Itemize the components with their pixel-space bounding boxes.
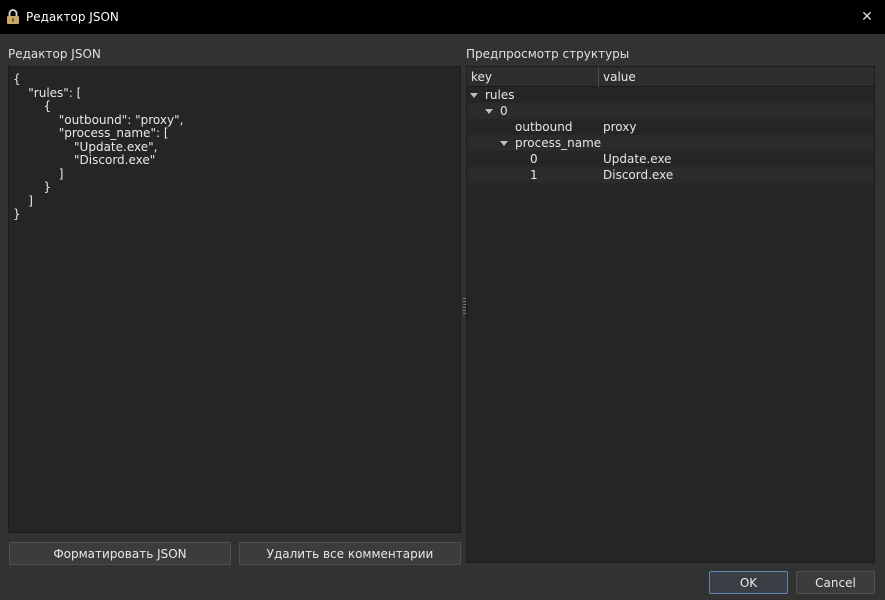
tree-value: Update.exe: [603, 152, 672, 166]
column-header-value[interactable]: value: [599, 67, 874, 87]
json-editor[interactable]: { "rules": [ { "outbound": "proxy", "pro…: [8, 66, 461, 533]
tree-value: Discord.exe: [603, 168, 674, 182]
tree-row[interactable]: outbound proxy: [467, 119, 874, 135]
tree-key: 0: [530, 152, 538, 166]
json-editor-dialog: Редактор JSON ✕ Редактор JSON Предпросмо…: [0, 0, 885, 600]
tree-key: process_name: [515, 136, 602, 150]
tree-key: rules: [485, 88, 515, 102]
expand-arrow-icon[interactable]: [470, 93, 478, 98]
tree-value: proxy: [603, 120, 637, 134]
remove-comments-button[interactable]: Удалить все комментарии: [239, 542, 461, 565]
tree-key: 1: [530, 168, 538, 182]
tree-row[interactable]: 0: [467, 103, 874, 119]
column-header-key[interactable]: key: [467, 67, 599, 87]
preview-label: Предпросмотр структуры: [466, 47, 630, 61]
tree-key: outbound: [515, 120, 573, 134]
ok-button[interactable]: OK: [709, 571, 788, 594]
tree-row[interactable]: 0 Update.exe: [467, 151, 874, 167]
format-json-button[interactable]: Форматировать JSON: [9, 542, 231, 565]
window-title: Редактор JSON: [26, 10, 119, 24]
structure-tree[interactable]: key value rules 0 outbound proxy process…: [466, 66, 875, 563]
tree-key: 0: [500, 104, 508, 118]
cancel-button[interactable]: Cancel: [796, 571, 875, 594]
expand-arrow-icon[interactable]: [500, 141, 508, 146]
title-bar: Редактор JSON ✕: [0, 0, 885, 34]
expand-arrow-icon[interactable]: [485, 109, 493, 114]
tree-row[interactable]: process_name: [467, 135, 874, 151]
close-button[interactable]: ✕: [849, 0, 885, 34]
editor-label: Редактор JSON: [8, 47, 101, 61]
tree-row[interactable]: 1 Discord.exe: [467, 167, 874, 183]
close-icon: ✕: [861, 9, 873, 25]
app-icon: [6, 9, 20, 25]
tree-row[interactable]: rules: [467, 87, 874, 103]
tree-header: key value: [467, 67, 874, 87]
json-editor-text[interactable]: { "rules": [ { "outbound": "proxy", "pro…: [13, 73, 456, 526]
